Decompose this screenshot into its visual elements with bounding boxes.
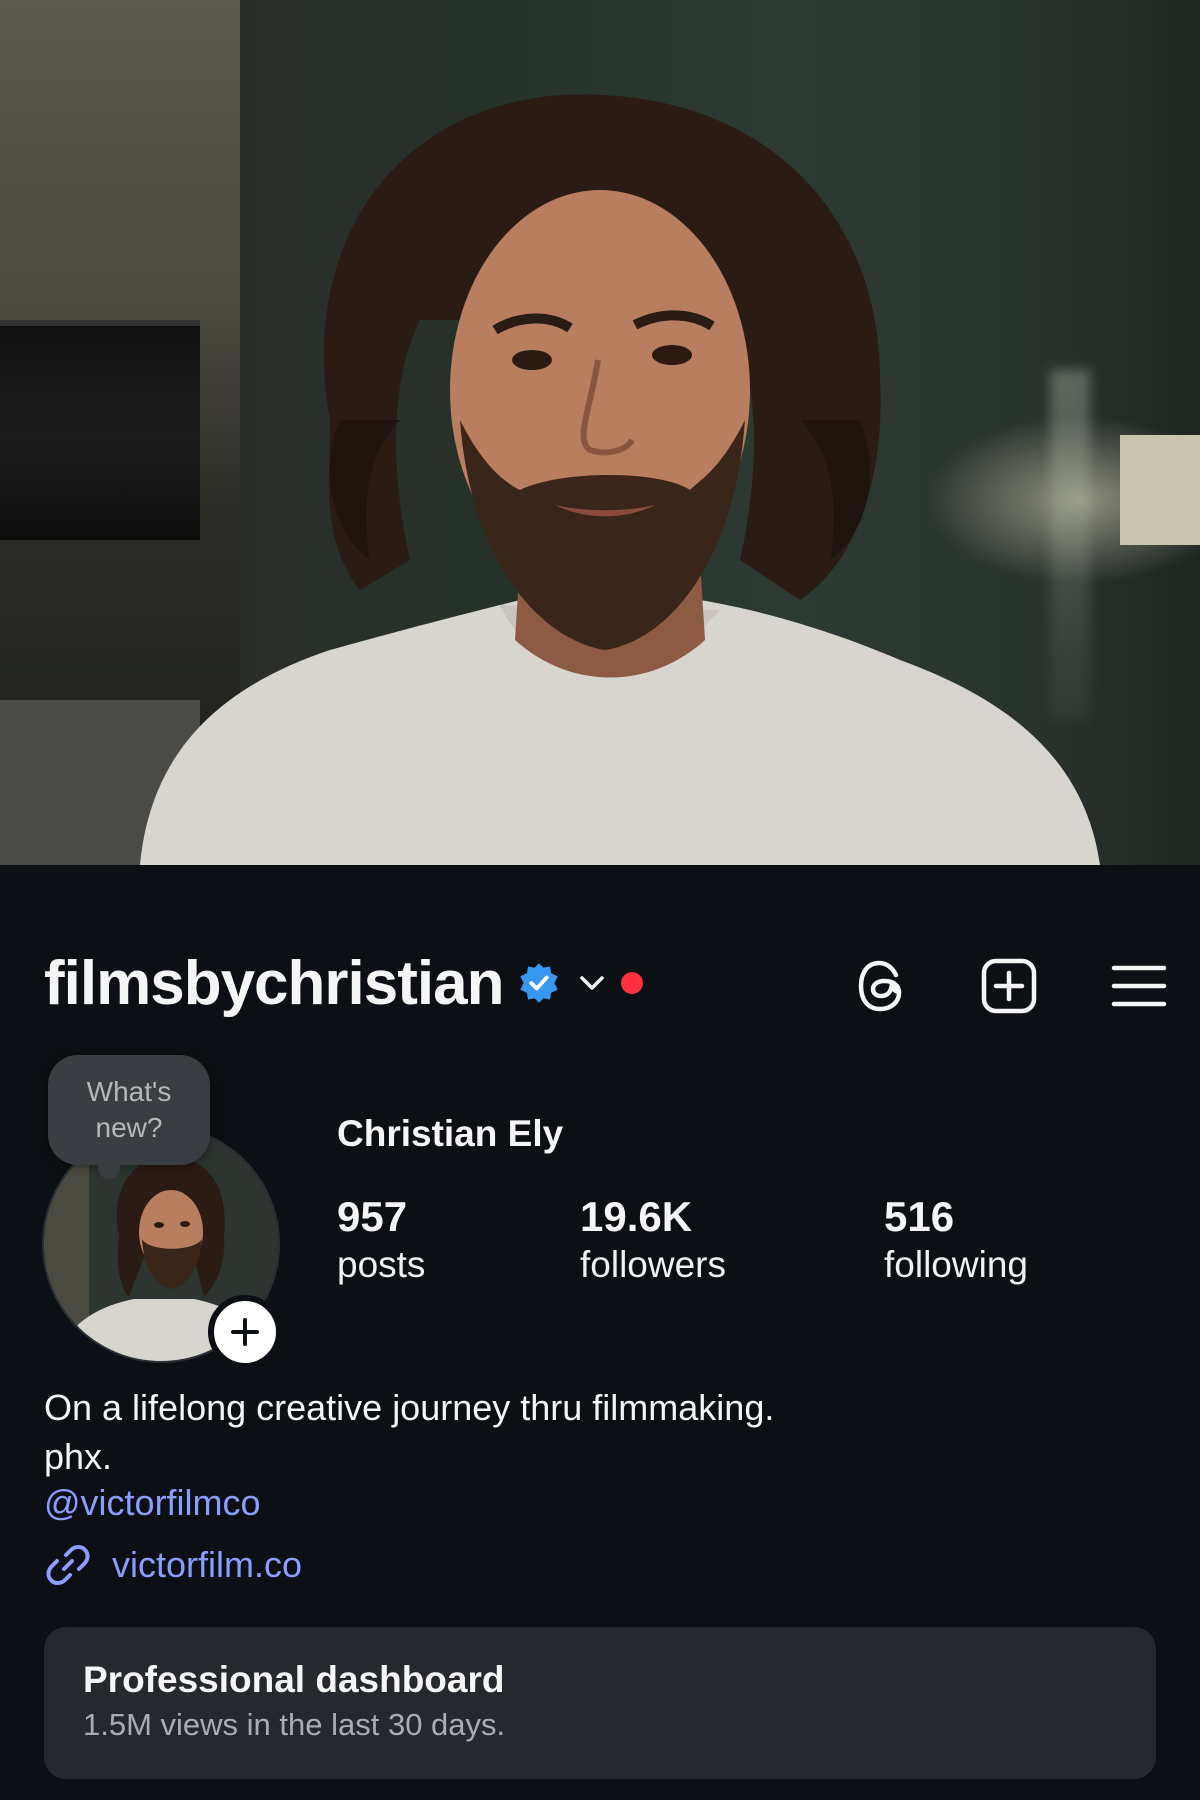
menu-icon[interactable] xyxy=(1108,955,1170,1017)
stat-posts[interactable]: 957 posts xyxy=(337,1193,425,1289)
note-placeholder: What's new? xyxy=(86,1076,172,1143)
website-link[interactable]: victorfilm.co xyxy=(44,1541,302,1589)
cover-portrait xyxy=(140,94,1100,865)
profile-section: filmsbychristian What's new? Christian E… xyxy=(0,865,1200,1800)
new-post-icon[interactable] xyxy=(978,955,1040,1017)
posts-count: 957 xyxy=(337,1193,408,1240)
following-label: following xyxy=(884,1244,1028,1285)
threads-icon[interactable] xyxy=(852,955,914,1017)
bio-mention-link[interactable]: @victorfilmco xyxy=(44,1482,261,1524)
note-bubble[interactable]: What's new? xyxy=(48,1055,210,1179)
followers-count: 19.6K xyxy=(580,1193,693,1240)
dashboard-title: Professional dashboard xyxy=(83,1659,505,1700)
stat-followers[interactable]: 19.6K followers xyxy=(580,1193,726,1289)
bio: On a lifelong creative journey thru film… xyxy=(44,1383,774,1481)
chevron-down-icon[interactable] xyxy=(577,968,607,998)
website-link-text: victorfilm.co xyxy=(112,1544,303,1585)
notification-dot xyxy=(621,972,644,994)
bio-line-2: phx. xyxy=(44,1436,113,1477)
verified-badge-icon xyxy=(520,963,559,1003)
followers-label: followers xyxy=(580,1244,726,1285)
add-story-button[interactable] xyxy=(208,1295,282,1369)
plus-icon xyxy=(231,1318,259,1346)
link-icon xyxy=(46,1545,90,1585)
username: filmsbychristian xyxy=(44,948,504,1018)
posts-label: posts xyxy=(337,1244,426,1285)
professional-dashboard-card[interactable]: Professional dashboard 1.5M views in the… xyxy=(44,1627,1156,1779)
stat-following[interactable]: 516 following xyxy=(884,1193,1028,1289)
display-name: Christian Ely xyxy=(337,1113,564,1154)
username-row[interactable]: filmsbychristian xyxy=(44,943,644,1023)
dashboard-subtitle: 1.5M views in the last 30 days. xyxy=(83,1707,506,1742)
bio-line-1: On a lifelong creative journey thru film… xyxy=(44,1387,775,1428)
cover-photo xyxy=(0,0,1200,865)
following-count: 516 xyxy=(884,1193,955,1240)
